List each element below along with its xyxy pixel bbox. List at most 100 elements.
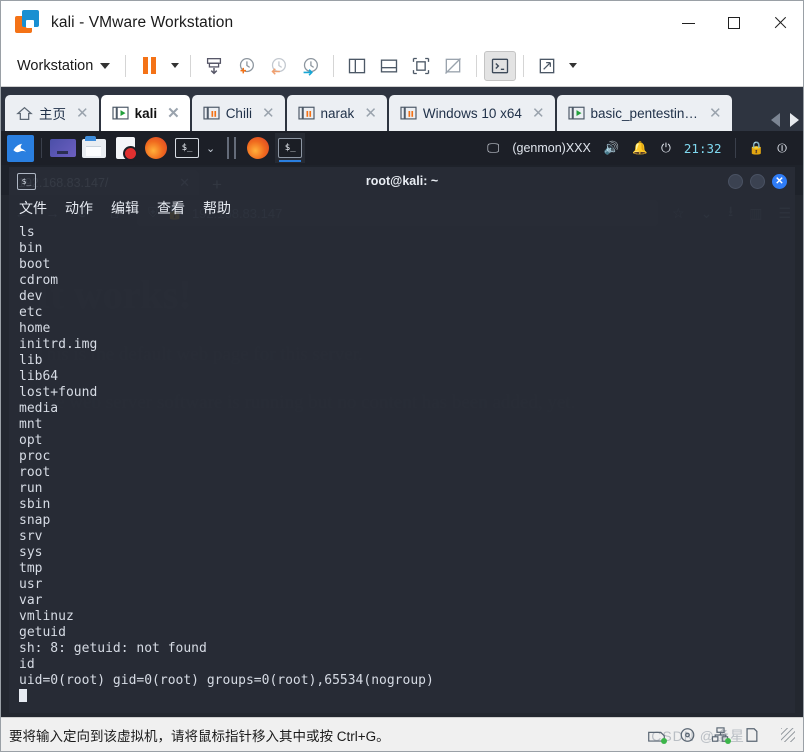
status-bar: 要将输入定向到该虚拟机，请将鼠标指针移入其中或按 Ctrl+G。 CSDN @逢…: [1, 717, 803, 751]
kali-dragon-icon[interactable]: [7, 134, 34, 162]
device-status-icons: [647, 726, 795, 744]
cd-dvd-icon[interactable]: [679, 727, 698, 743]
tab-label: Chili: [225, 105, 252, 121]
snapshot-manager-button[interactable]: [198, 51, 230, 81]
display-icon[interactable]: 🖵: [487, 141, 499, 156]
suspend-button[interactable]: [133, 51, 165, 81]
terminal-title: root@kali: ~: [365, 174, 439, 188]
chevron-down-icon[interactable]: ⌄: [206, 142, 215, 155]
power-icon[interactable]: ⏻: [661, 141, 671, 156]
vm-suspended-icon: [203, 106, 220, 121]
panel-bottom-icon: [381, 59, 398, 72]
genmon-text: (genmon)XXX: [512, 141, 591, 155]
chevron-down-icon: [569, 63, 578, 68]
chevron-down-icon: [171, 63, 180, 68]
vm-running-icon: [111, 106, 129, 121]
firefox-launcher[interactable]: [142, 135, 170, 161]
lock-icon[interactable]: 🔒: [749, 141, 765, 156]
resize-grip[interactable]: [781, 727, 795, 742]
close-button[interactable]: [757, 1, 803, 45]
clock-label: 21:32: [683, 140, 722, 156]
menu-file[interactable]: 文件: [19, 198, 47, 218]
toolbar-divider: [476, 54, 478, 77]
unity-mode-button[interactable]: [437, 51, 469, 81]
status-message: 要将输入定向到该虚拟机，请将鼠标指针移入其中或按 Ctrl+G。: [9, 728, 390, 744]
workstation-menu-button[interactable]: Workstation: [9, 54, 118, 78]
view-dropdown[interactable]: [563, 51, 581, 81]
terminal-cursor: [19, 689, 27, 702]
terminal-close-button[interactable]: ✕: [772, 173, 787, 189]
terminal-window[interactable]: $_ root@kali: ~ ✕ 文件 动作 编辑 查看 帮助 ls bin …: [9, 167, 795, 713]
usb-device-icon[interactable]: [743, 727, 762, 743]
maximize-button[interactable]: [711, 1, 757, 45]
window-button-firefox[interactable]: [244, 135, 272, 161]
take-snapshot-button[interactable]: [230, 51, 262, 81]
toolbar-divider: [333, 54, 335, 77]
logout-icon[interactable]: ⏼: [777, 141, 787, 156]
tab-narak[interactable]: narak ✕: [286, 95, 387, 131]
kali-taskbar: $_ ⌄ $_ 🖵 (genmon)XXX 🔊 🔔 ⏻ 21:32 🔒 ⏼: [1, 131, 803, 165]
clock-plus-icon: [240, 57, 255, 73]
console-view-button[interactable]: [484, 50, 517, 81]
console-icon: [492, 58, 509, 73]
terminal-launcher[interactable]: $_: [173, 135, 201, 161]
vm-tab-bar: 主页 ✕ kali ✕ Chili ✕ narak ✕ Windows 10 x…: [1, 87, 803, 131]
snapshot-icon: [207, 57, 222, 74]
scroll-tabs-left-icon[interactable]: [771, 113, 780, 127]
panel-divider: [41, 138, 42, 158]
menu-help[interactable]: 帮助: [203, 198, 231, 218]
power-dropdown[interactable]: [165, 51, 183, 81]
text-editor-launcher[interactable]: [111, 135, 139, 161]
manage-snapshots-button[interactable]: [294, 51, 326, 81]
menu-edit[interactable]: 编辑: [111, 198, 139, 218]
terminal-icon: $_: [175, 138, 199, 158]
tab-label: Windows 10 x64: [422, 105, 522, 121]
tab-windows-10-x64[interactable]: Windows 10 x64 ✕: [388, 95, 555, 131]
tab-label: basic_pentesting...: [590, 105, 699, 121]
home-icon: [16, 106, 33, 121]
workstation-menu-label: Workstation: [17, 57, 94, 74]
menu-actions[interactable]: 动作: [65, 198, 93, 218]
show-library-button[interactable]: [341, 51, 373, 81]
terminal-maximize-button[interactable]: [750, 173, 765, 189]
menu-view[interactable]: 查看: [157, 198, 185, 218]
tab-close-button[interactable]: ✕: [165, 106, 182, 121]
system-tray: 🖵 (genmon)XXX 🔊 🔔 ⏻ 21:32 🔒 ⏼: [487, 138, 797, 158]
vmware-workstation-window: kali - VMware Workstation Workstation 主页…: [0, 0, 804, 752]
network-adapter-icon[interactable]: [711, 726, 731, 744]
tab-close-button[interactable]: ✕: [707, 106, 724, 121]
panel-handle[interactable]: [227, 137, 237, 159]
tab-home[interactable]: 主页 ✕: [5, 95, 99, 131]
fullscreen-button[interactable]: [405, 51, 437, 81]
terminal-output[interactable]: ls bin boot cdrom dev etc home initrd.im…: [9, 221, 795, 713]
tab-close-button[interactable]: ✕: [74, 106, 91, 121]
revert-snapshot-button[interactable]: [262, 51, 294, 81]
terminal-icon: $_: [278, 138, 303, 158]
tab-chili[interactable]: Chili ✕: [191, 95, 285, 131]
toolbar-divider: [125, 54, 127, 77]
minimize-button[interactable]: [665, 1, 711, 45]
vm-suspended-icon: [400, 106, 417, 121]
terminal-minimize-button[interactable]: [728, 173, 743, 189]
show-thumbnail-bar-button[interactable]: [373, 51, 405, 81]
window-title: kali - VMware Workstation: [51, 14, 234, 31]
file-manager-launcher[interactable]: [80, 135, 108, 161]
tab-label: kali: [134, 105, 158, 121]
stretch-view-button[interactable]: [531, 51, 563, 81]
tab-close-button[interactable]: ✕: [362, 106, 379, 121]
vm-suspended-icon: [297, 106, 315, 121]
terminal-title-bar: $_ root@kali: ~ ✕: [9, 167, 795, 195]
bell-icon[interactable]: 🔔: [632, 141, 648, 156]
tab-close-button[interactable]: ✕: [260, 106, 277, 121]
volume-icon[interactable]: 🔊: [604, 141, 620, 156]
tab-basic-pentesting[interactable]: basic_pentesting... ✕: [556, 95, 732, 131]
hard-disk-icon[interactable]: [647, 727, 667, 744]
tab-close-button[interactable]: ✕: [530, 106, 547, 121]
tab-kali[interactable]: kali ✕: [100, 95, 190, 131]
vm-console-screen[interactable]: $_ ⌄ $_ 🖵 (genmon)XXX 🔊 🔔 ⏻ 21:32 🔒 ⏼ $_…: [1, 131, 803, 717]
terminal-window-controls: ✕: [728, 173, 787, 189]
window-button-terminal[interactable]: $_: [275, 133, 306, 163]
fullscreen-icon: [413, 57, 430, 74]
scroll-tabs-right-icon[interactable]: [790, 113, 799, 127]
workspace-switcher[interactable]: [49, 135, 77, 161]
